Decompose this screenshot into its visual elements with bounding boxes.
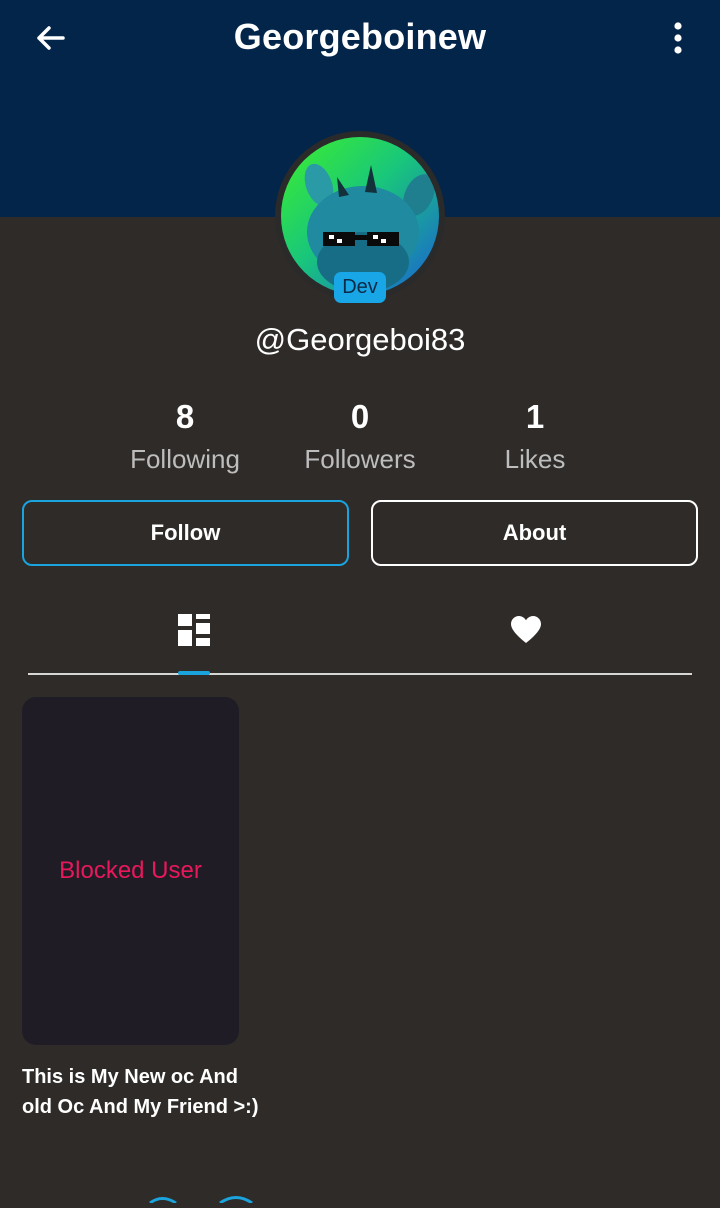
- post-caption: This is My New oc And old Oc And My Frie…: [22, 1066, 259, 1118]
- stat-following[interactable]: 8 Following: [85, 398, 285, 475]
- stat-value: 0: [350, 398, 370, 435]
- stat-label: Following: [130, 444, 240, 474]
- tab-likes[interactable]: [486, 606, 566, 658]
- blocked-user-label: Blocked User: [59, 857, 202, 884]
- stat-value: 8: [175, 398, 195, 435]
- username-handle: @Georgeboi83: [254, 322, 466, 357]
- about-button[interactable]: About: [371, 500, 698, 566]
- more-options-button[interactable]: [660, 18, 696, 62]
- heart-icon: [511, 615, 541, 649]
- partial-next-row: [140, 1190, 260, 1205]
- stat-value: 1: [525, 398, 545, 435]
- dev-badge: Dev: [334, 272, 386, 303]
- follow-button[interactable]: Follow: [22, 500, 349, 566]
- more-vertical-icon: [673, 21, 683, 59]
- grid-layout-icon: [177, 613, 211, 652]
- tab-divider: [28, 673, 692, 675]
- page-title: Georgeboinew: [233, 16, 487, 57]
- stat-label: Followers: [304, 444, 416, 474]
- post-card[interactable]: Blocked User: [22, 697, 239, 1045]
- stat-label: Likes: [504, 444, 566, 474]
- stat-followers[interactable]: 0 Followers: [260, 398, 460, 475]
- active-tab-indicator: [178, 671, 210, 675]
- stat-likes[interactable]: 1 Likes: [435, 398, 635, 475]
- tab-posts[interactable]: [154, 606, 234, 658]
